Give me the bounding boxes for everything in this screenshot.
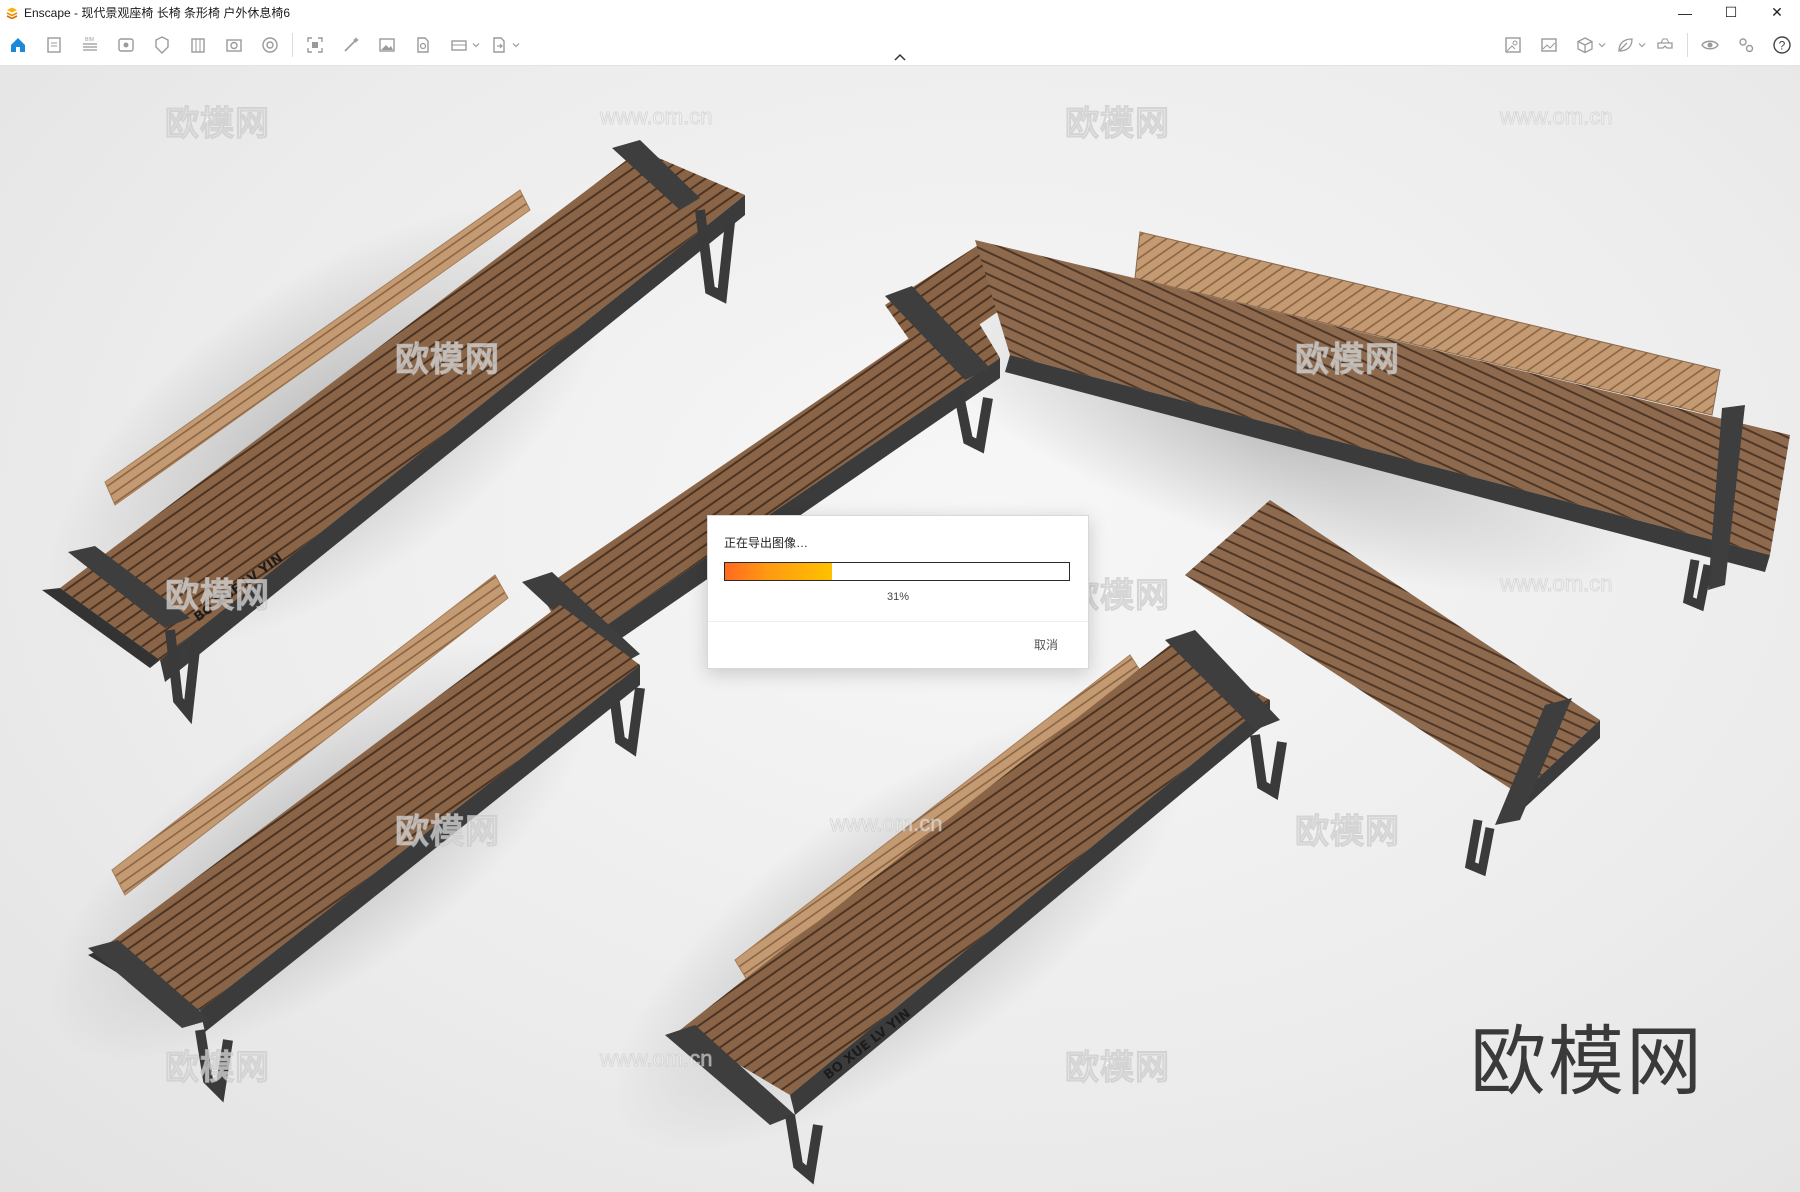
watermark-url: www.om.cn	[1499, 571, 1613, 597]
title-bar: Enscape - 现代景观座椅 长椅 条形椅 户外休息椅6 — ☐ ✕	[0, 0, 1800, 25]
watermark: 欧模网	[165, 577, 270, 616]
bench-leg	[1682, 559, 1713, 612]
home-button[interactable]	[0, 28, 36, 62]
toolbar-divider	[1687, 33, 1688, 57]
general-settings-button[interactable]	[1728, 28, 1764, 62]
watermark: 欧模网	[1295, 813, 1400, 852]
minimize-button[interactable]: —	[1662, 0, 1708, 25]
document-button[interactable]	[36, 28, 72, 62]
bim-list-icon: BIM	[83, 37, 97, 51]
enscape-window: Enscape - 现代景观座椅 长椅 条形椅 户外休息椅6 — ☐ ✕ BIM	[0, 0, 1800, 1192]
watermark-url: www.om.cn	[1499, 104, 1613, 130]
bim-label: BIM	[85, 37, 94, 43]
material-dropdown[interactable]	[1637, 28, 1647, 62]
image-gallery-icon	[1505, 37, 1521, 53]
chevron-down-icon	[1638, 43, 1646, 48]
image-icon	[379, 38, 395, 52]
views-button[interactable]	[216, 28, 252, 62]
gallery-button[interactable]	[1495, 28, 1531, 62]
toolbar-divider	[292, 33, 293, 57]
export-progress-dialog: 正在导出图像… 31% 取消	[707, 515, 1089, 669]
render-settings-button[interactable]	[252, 28, 288, 62]
collapse-toolbar-button[interactable]	[888, 50, 912, 64]
visibility-icon	[1701, 40, 1719, 50]
views-icon	[226, 39, 242, 52]
watermark: 欧模网	[395, 341, 500, 380]
help-label: ?	[1779, 39, 1786, 53]
export-dropdown[interactable]	[511, 28, 521, 62]
video-editor-button[interactable]	[1531, 28, 1567, 62]
settings-icon	[1739, 38, 1754, 53]
window-title: Enscape - 现代景观座椅 长椅 条形椅 户外休息椅6	[24, 6, 291, 20]
view-button[interactable]	[108, 28, 144, 62]
cancel-button[interactable]: 取消	[1034, 636, 1058, 653]
watermark-url: www.om.cn	[599, 1046, 713, 1072]
asset-library-button[interactable]	[144, 28, 180, 62]
window-controls: — ☐ ✕	[1662, 0, 1800, 25]
watermark: 欧模网	[165, 1049, 270, 1088]
dialog-divider	[708, 621, 1088, 622]
enhance-button[interactable]	[333, 28, 369, 62]
settings-wheel-icon	[262, 37, 278, 53]
screenshot-button[interactable]	[297, 28, 333, 62]
vr-button[interactable]	[1647, 28, 1683, 62]
bench-leg	[1464, 819, 1495, 877]
toolbar-right-group: ?	[1495, 25, 1800, 65]
document-icon	[47, 37, 61, 53]
watermark: 欧模网	[395, 813, 500, 852]
chevron-down-icon	[472, 43, 480, 48]
asset-icon	[155, 36, 169, 54]
cube-icon	[1577, 37, 1593, 54]
chevron-up-icon	[894, 53, 906, 61]
building-button[interactable]	[180, 28, 216, 62]
export-progress-bar	[724, 562, 1070, 581]
watermark-url: www.om.cn	[829, 811, 943, 837]
watermark-url: www.om.cn	[599, 104, 713, 130]
maximize-button[interactable]: ☐	[1708, 0, 1754, 25]
image-button[interactable]	[369, 28, 405, 62]
export-icon	[451, 40, 467, 51]
enscape-logo-icon	[6, 7, 18, 19]
export-progress-percent: 31%	[886, 591, 910, 603]
chevron-down-icon	[1598, 43, 1606, 48]
close-button[interactable]: ✕	[1754, 0, 1800, 25]
watermark: 欧模网	[1065, 1049, 1170, 1088]
chevron-down-icon	[512, 43, 520, 48]
capture-icon	[307, 37, 323, 53]
magic-icon	[344, 37, 359, 52]
bench-leg	[1250, 734, 1287, 800]
batch-render-dropdown[interactable]	[471, 28, 481, 62]
leaf-icon	[1618, 38, 1633, 52]
watermark: 欧模网	[1065, 105, 1170, 144]
help-icon: ?	[1773, 36, 1791, 54]
dialog-title: 正在导出图像…	[724, 536, 809, 550]
asset-view-dropdown[interactable]	[1597, 28, 1607, 62]
visual-settings-button[interactable]	[1692, 28, 1728, 62]
vr-icon	[1657, 38, 1673, 49]
watermark-logo: 欧模网	[1470, 1017, 1704, 1106]
eye-view-icon	[118, 38, 134, 52]
video-icon	[1541, 38, 1557, 52]
export-file-icon	[493, 37, 505, 53]
export-progress-fill	[725, 563, 832, 580]
bim-button[interactable]: BIM	[72, 28, 108, 62]
watermark: 欧模网	[1295, 341, 1400, 380]
panorama-icon	[417, 37, 429, 53]
building-icon	[191, 38, 205, 53]
toolbar-left-group: BIM	[0, 25, 521, 65]
help-button[interactable]: ?	[1764, 28, 1800, 62]
watermark: 欧模网	[165, 105, 270, 144]
panorama-button[interactable]	[405, 28, 441, 62]
home-icon	[11, 38, 25, 52]
